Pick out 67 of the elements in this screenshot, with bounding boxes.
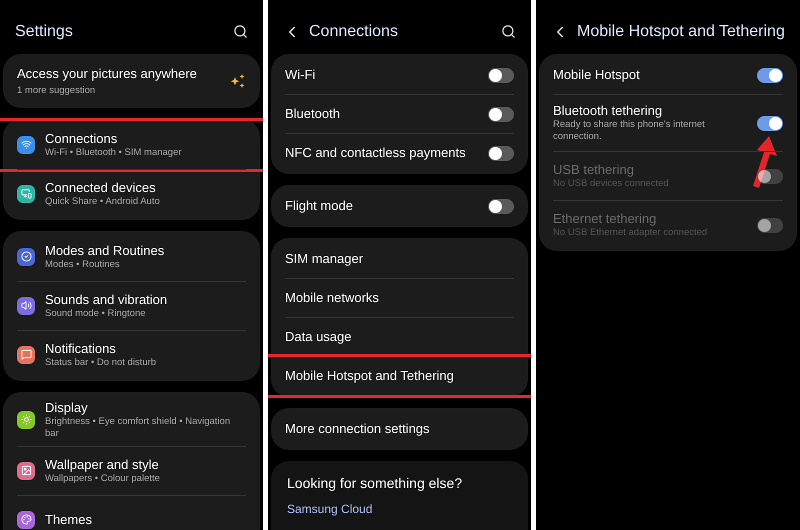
row-label: Mobile networks [285, 290, 380, 306]
row-label: Modes and Routines [45, 242, 166, 259]
row-subtitle: No USB devices connected [553, 178, 670, 190]
row-label: Bluetooth tethering [553, 103, 664, 119]
settings-row[interactable]: Wi-Fi [271, 56, 528, 94]
link[interactable]: Samsung Cloud [287, 500, 512, 518]
screen-title: Settings [15, 22, 74, 42]
settings-row[interactable]: Themes [3, 496, 260, 530]
toggle-switch[interactable] [757, 116, 783, 130]
settings-row[interactable]: Connected devices Quick Share • Android Auto [3, 170, 260, 218]
row-subtitle: No USB Ethernet adapter connected [553, 227, 708, 239]
settings-row[interactable]: Mobile networks [271, 279, 528, 317]
search-icon[interactable] [501, 24, 516, 39]
row-label: Data usage [285, 329, 352, 345]
row-label: Wi-Fi [285, 67, 316, 83]
row-label: More connection settings [285, 421, 431, 437]
search-icon[interactable] [233, 24, 248, 39]
row-label: Connected devices [45, 180, 157, 196]
row-label: Flight mode [285, 198, 354, 214]
row-label: Sounds and vibration [45, 292, 168, 308]
row-subtitle: Sound mode • Ringtone [45, 308, 147, 320]
row-label: Connections [45, 130, 118, 147]
settings-row[interactable]: Data usage [271, 318, 528, 356]
row-subtitle: Quick Share • Android Auto [45, 196, 161, 208]
row-subtitle: Modes • Routines [45, 258, 121, 271]
toggle-switch[interactable] [488, 68, 514, 82]
settings-row[interactable]: Mobile Hotspot and Tethering [268, 357, 531, 395]
row-label: Notifications [45, 340, 117, 357]
suggestion-subtitle: 1 more suggestion [17, 84, 96, 98]
row-label: SIM manager [285, 251, 364, 267]
row-subtitle: Wi-Fi • Bluetooth • SIM manager [45, 146, 183, 159]
section-heading: Looking for something else? [287, 474, 464, 493]
toggle-switch[interactable] [757, 68, 783, 82]
suggestion-title: Access your pictures anywhere [17, 65, 198, 83]
row-label: Mobile Hotspot and Tethering [285, 368, 455, 384]
row-label: USB tethering [553, 162, 635, 178]
settings-row[interactable]: Flight mode [271, 187, 528, 225]
row-label: Bluetooth [285, 106, 341, 122]
settings-row[interactable]: Sounds and vibration Sound mode • Ringtone [3, 282, 260, 330]
row-subtitle: Wallpapers • Colour palette [45, 472, 161, 485]
screen-title: Connections [309, 22, 399, 42]
screen-title: Mobile Hotspot and Tethering [577, 22, 785, 42]
settings-row[interactable]: More connection settings [271, 410, 528, 448]
toggle-switch[interactable] [488, 198, 514, 214]
settings-row[interactable]: NFC and contactless payments [271, 134, 528, 172]
toggle-switch[interactable] [488, 106, 514, 122]
row-label: Themes [45, 512, 93, 528]
settings-row[interactable]: Notifications Status bar • Do not disturb [3, 330, 260, 379]
suggestion-card[interactable]: Access your pictures anywhere 1 more suggestion [3, 54, 260, 108]
row-subtitle: Brightness • Eye comfort shield • Navigation bar [45, 416, 232, 440]
settings-row[interactable]: SIM manager [271, 240, 528, 278]
settings-row[interactable]: Mobile Hotspot [539, 56, 797, 94]
row-subtitle: Ready to share this phone's internet connection. [553, 119, 706, 143]
toggle-switch[interactable] [488, 146, 514, 160]
row-label: Wallpaper and style [45, 456, 160, 473]
row-label: Ethernet tethering [553, 211, 658, 227]
row-label: Display [45, 400, 89, 416]
settings-row[interactable]: Display Brightness • Eye comfort shield • Navigation bar [3, 394, 260, 446]
settings-row[interactable]: Connections Wi-Fi • Bluetooth • SIM manager [0, 120, 263, 169]
row-label: Mobile Hotspot [553, 67, 641, 83]
settings-row[interactable]: Wallpaper and style Wallpapers • Colour palette [3, 446, 260, 495]
settings-row[interactable]: Bluetooth [271, 95, 528, 133]
row-subtitle: Status bar • Do not disturb [45, 356, 158, 369]
row-label: NFC and contactless payments [285, 145, 467, 161]
settings-row[interactable]: Bluetooth tethering Ready to share this phone's internet connection. [539, 95, 797, 151]
settings-row[interactable]: Modes and Routines Modes • Routines [3, 232, 260, 281]
sparkle-icon [230, 72, 246, 89]
